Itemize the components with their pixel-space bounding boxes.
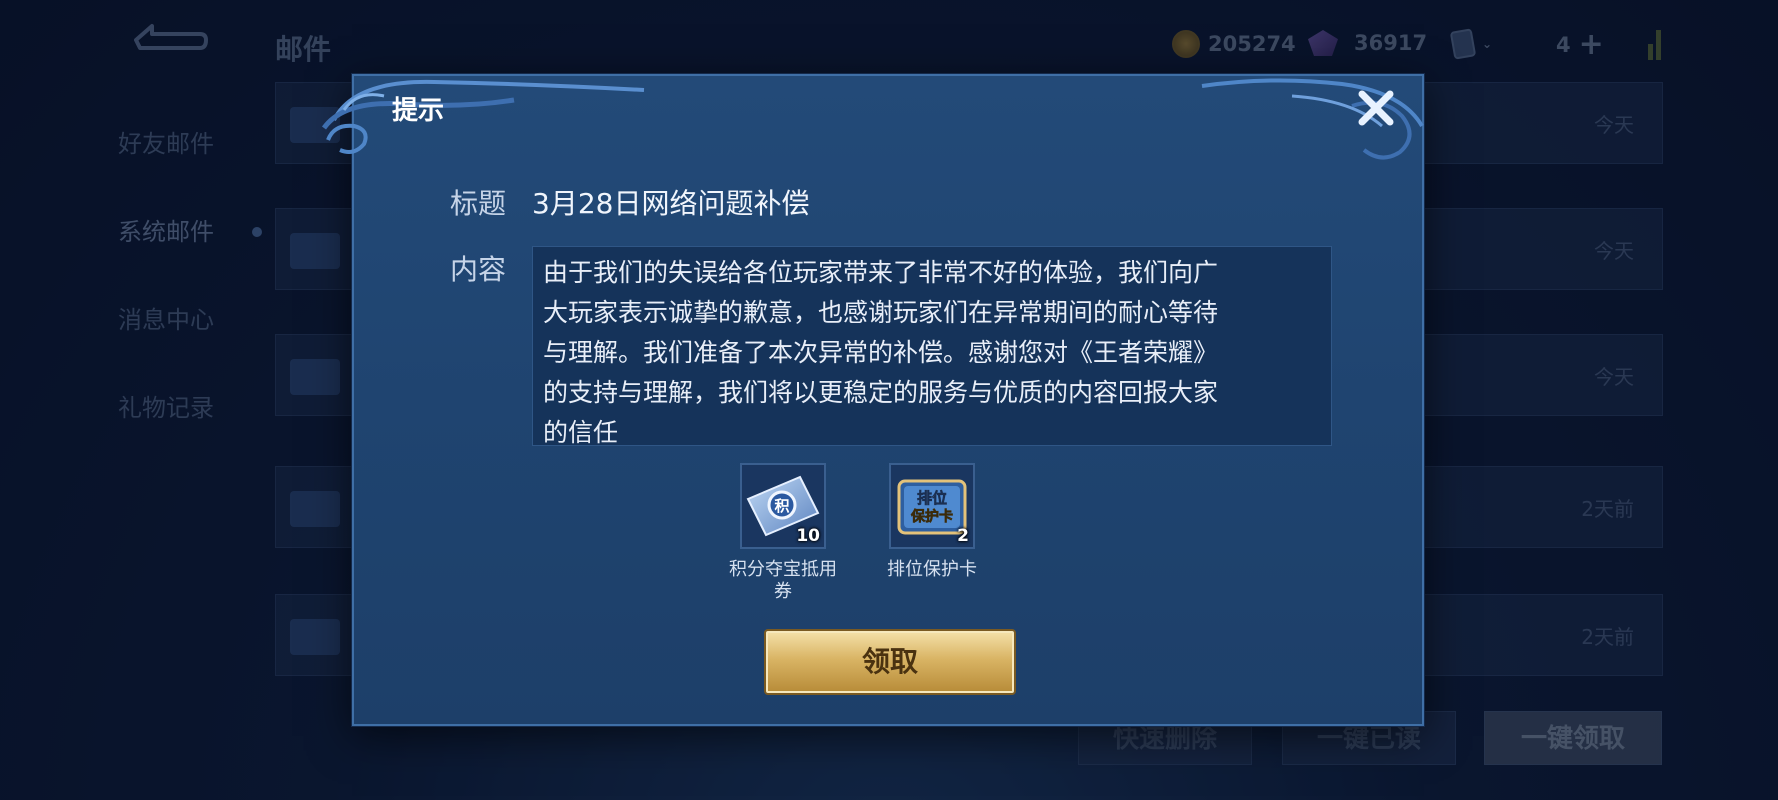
points-voucher-icon: 积 10 bbox=[740, 463, 826, 549]
content-scroll-area[interactable]: 由于我们的失误给各位玩家带来了非常不好的体验，我们向广 大玩家表示诚挚的歉意，也… bbox=[532, 246, 1332, 446]
item-count: 2 bbox=[957, 526, 969, 546]
svg-text:排位: 排位 bbox=[917, 489, 947, 507]
item-count: 10 bbox=[796, 526, 820, 546]
rank-protect-card-icon: 排位 保护卡 2 bbox=[889, 463, 975, 549]
item-name: 排位保护卡 bbox=[887, 559, 977, 580]
reward-item[interactable]: 积 10 积分夺宝抵用券 bbox=[723, 463, 843, 603]
item-name: 积分夺宝抵用券 bbox=[729, 559, 837, 602]
notice-dialog: 提示 标题 3月28日网络问题补偿 内容 由于我们的失误给各位玩家带来了非常不好… bbox=[321, 74, 1424, 726]
svg-text:积: 积 bbox=[774, 497, 789, 515]
svg-text:保护卡: 保护卡 bbox=[910, 508, 953, 525]
claim-button[interactable]: 领取 bbox=[766, 631, 1014, 693]
mail-content: 由于我们的失误给各位玩家带来了非常不好的体验，我们向广 大玩家表示诚挚的歉意，也… bbox=[543, 258, 1219, 446]
mail-subject: 3月28日网络问题补偿 bbox=[532, 187, 810, 220]
content-label: 内容 bbox=[450, 253, 507, 286]
close-icon[interactable] bbox=[1352, 84, 1400, 132]
reward-item[interactable]: 排位 保护卡 2 排位保护卡 bbox=[872, 463, 992, 581]
subject-label: 标题 bbox=[450, 187, 507, 220]
dialog-title: 提示 bbox=[392, 96, 445, 126]
cloud-ornament-left bbox=[321, 79, 645, 154]
